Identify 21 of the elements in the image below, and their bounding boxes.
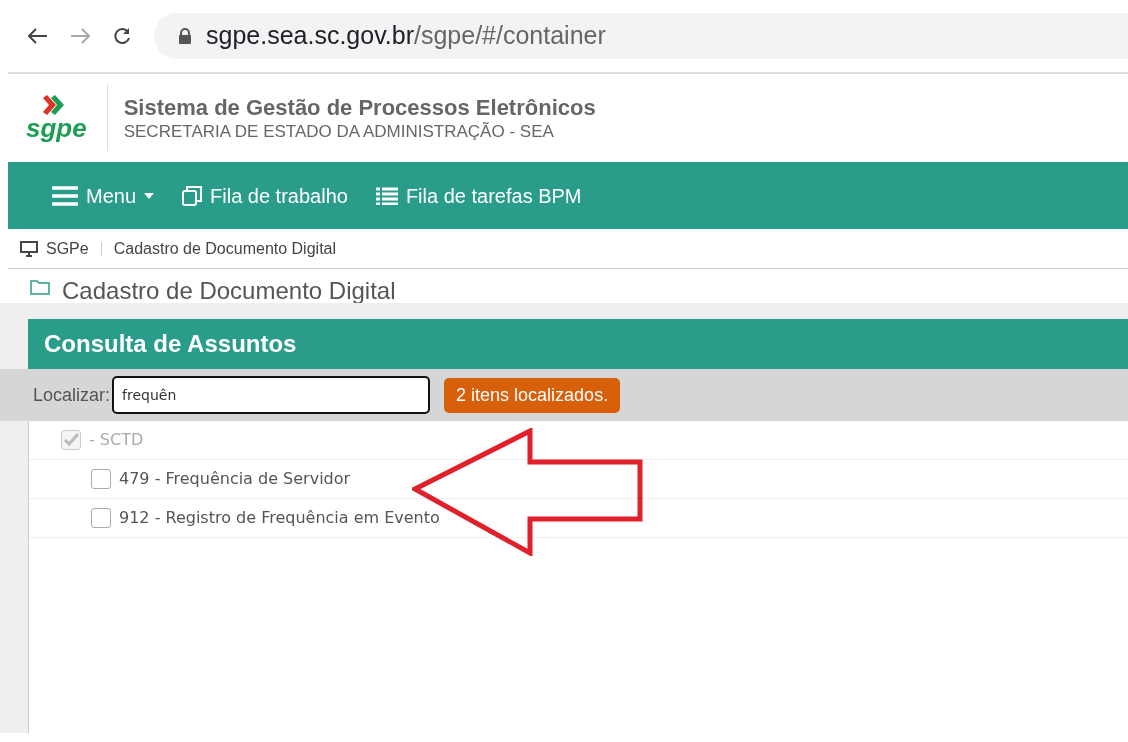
forward-icon[interactable] [70,28,90,44]
search-label: Localizar: [33,383,111,407]
url-text: sgpe.sea.sc.gov.br/sgpe/#/container [206,20,606,52]
caret-icon [144,192,155,199]
folder-icon [30,279,50,295]
search-field[interactable]: frequên [112,376,431,414]
system-subtitle: SECRETARIA DE ESTADO DA ADMINISTRAÇÃO - SEA [123,121,555,143]
address-bar[interactable]: sgpe.sea.sc.gov.br/sgpe/#/container [154,13,1128,59]
back-icon[interactable] [28,28,48,44]
monitor-icon [20,240,38,257]
reload-icon[interactable] [112,26,132,46]
system-title: Sistema de Gestão de Processos Eletrônicos [123,93,596,122]
breadcrumb-link[interactable]: Cadastro de Documento Digital [113,236,337,261]
lock-icon [178,28,192,44]
result-badge: 2 itens localizados. [444,377,621,413]
menu-icon [52,185,78,206]
breadcrumb-link[interactable]: SGPe [46,236,89,261]
dialog-title: Consulta de Assuntos [44,329,297,359]
copy-icon [182,185,203,206]
list-icon [375,186,398,205]
logo-text: sgpe [26,115,87,141]
